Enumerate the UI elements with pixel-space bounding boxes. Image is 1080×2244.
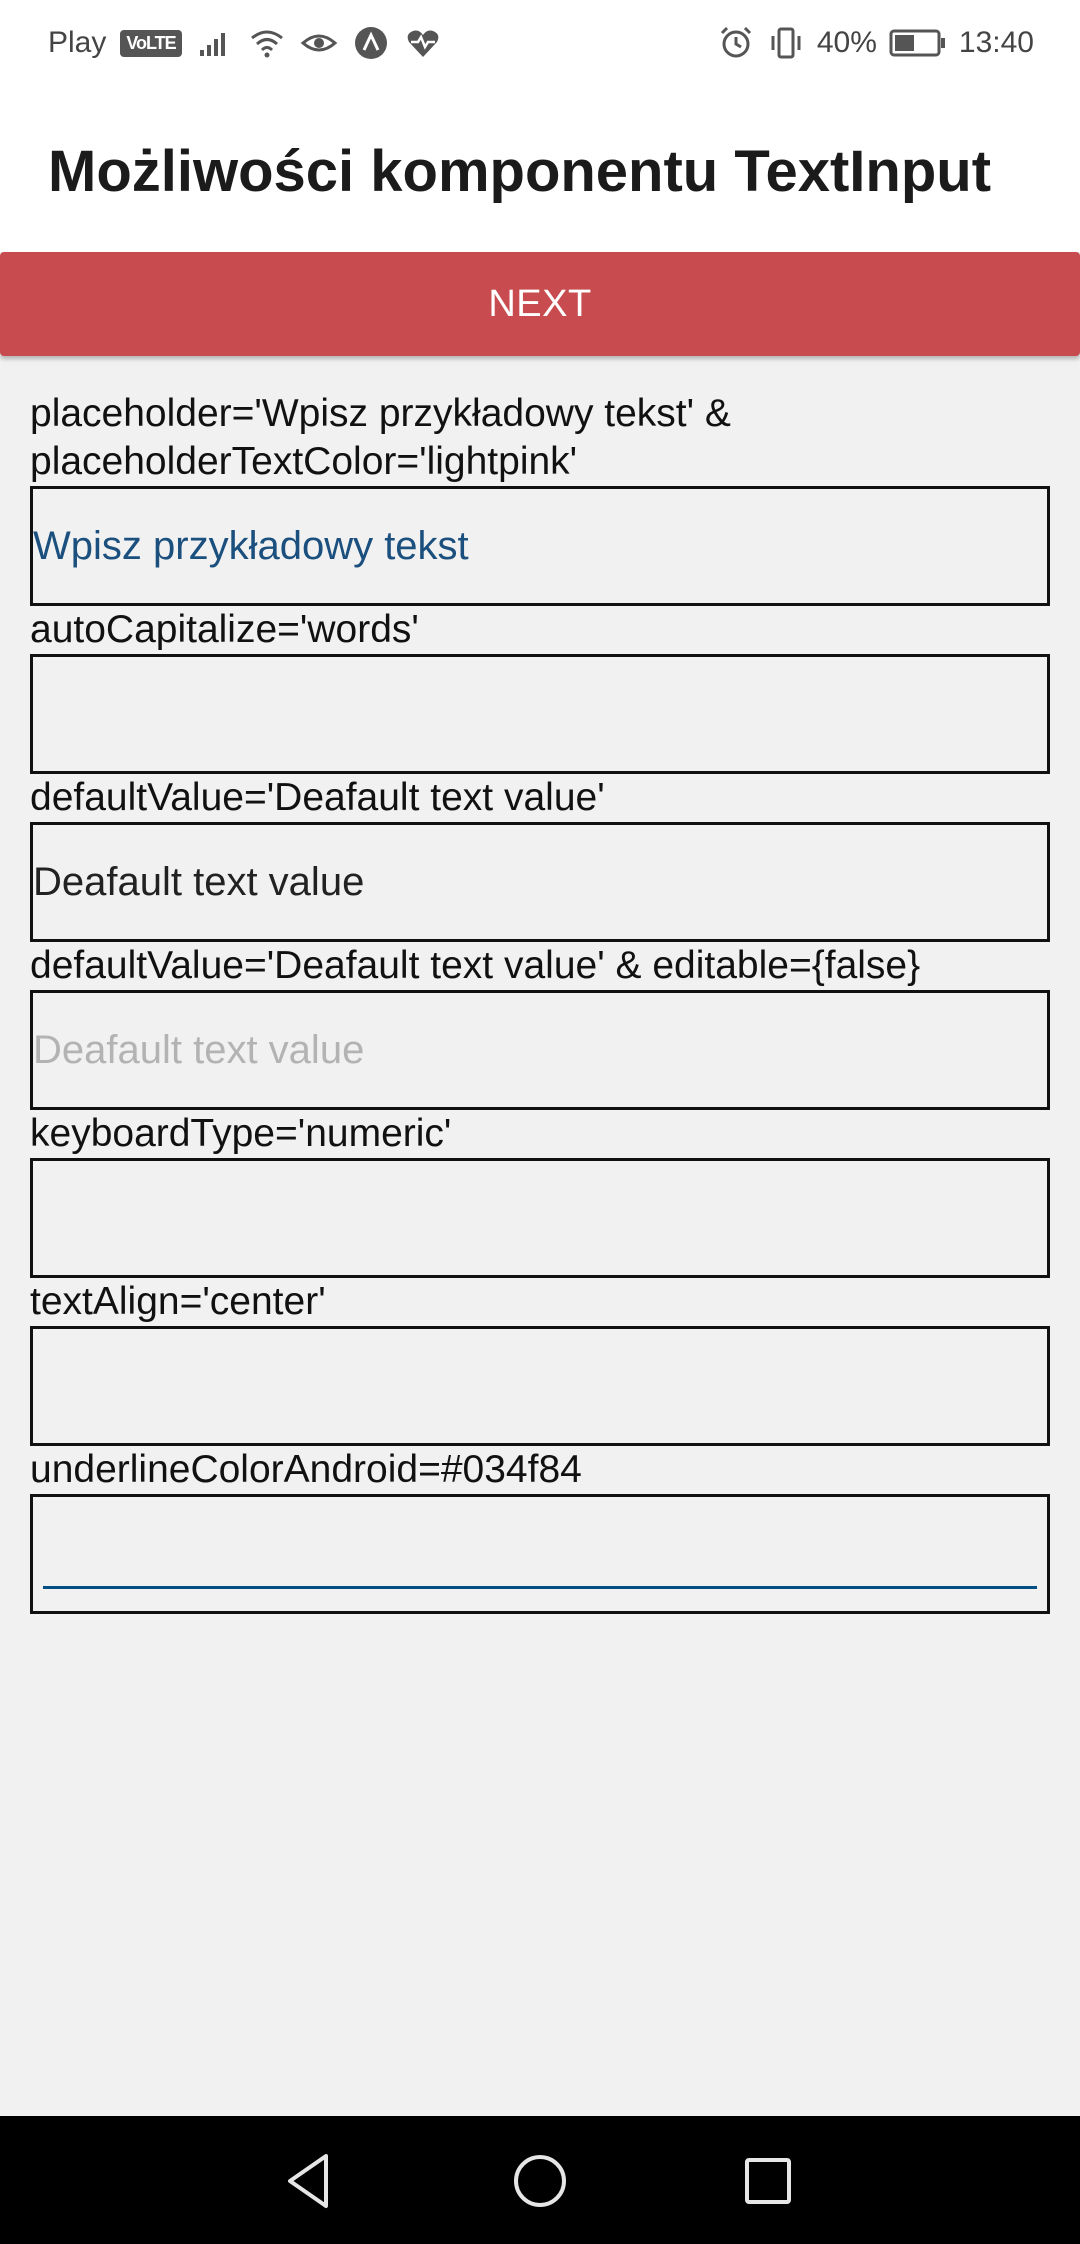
field-label-text-align: textAlign='center' <box>30 1280 326 1323</box>
home-icon[interactable] <box>505 2146 575 2216</box>
center-input-box <box>30 1326 1050 1446</box>
not-editable-input <box>33 993 1047 1107</box>
status-left: Play VoLTE <box>48 24 442 62</box>
clock: 13:40 <box>958 26 1034 59</box>
input-underline <box>43 1586 1037 1589</box>
placeholder-input[interactable] <box>33 489 1047 603</box>
field-label-default-value: defaultValue='Deafault text value' <box>30 776 605 819</box>
app-header: Możliwości komponentu TextInput <box>0 88 1080 252</box>
field-label-autocapitalize: autoCapitalize='words' <box>30 608 419 651</box>
vibrate-icon <box>771 27 801 59</box>
status-bar: Play VoLTE 40% 13:40 <box>0 0 1080 88</box>
field-label-underline: underlineColorAndroid=#034f84 <box>30 1448 582 1491</box>
field-label-placeholder: placeholder='Wpisz przykładowy tekst' & … <box>30 392 731 483</box>
center-input[interactable] <box>33 1329 1047 1443</box>
default-value-input[interactable] <box>33 825 1047 939</box>
signal-icon <box>199 33 225 56</box>
field-label-not-editable: defaultValue='Deafault text value' & edi… <box>30 944 921 987</box>
underline-input[interactable] <box>33 1497 1047 1611</box>
wifi-icon <box>250 30 283 58</box>
autocapitalize-input[interactable] <box>33 657 1047 771</box>
status-right: 40% 13:40 <box>717 24 1034 62</box>
not-editable-input-box <box>30 990 1050 1110</box>
carrier-label: Play <box>48 26 107 59</box>
numeric-input-box <box>30 1158 1050 1278</box>
next-button[interactable]: NEXT <box>0 252 1080 356</box>
app-icon <box>354 27 387 59</box>
battery-percent: 40% <box>816 26 877 59</box>
navigation-bar <box>0 2116 1080 2244</box>
default-value-input-box <box>30 822 1050 942</box>
form-content: placeholder='Wpisz przykładowy tekst' & … <box>30 390 1050 1614</box>
alarm-icon <box>720 26 751 58</box>
volte-badge: VoLTE <box>120 29 182 57</box>
autocapitalize-input-box <box>30 654 1050 774</box>
eye-icon <box>300 34 337 52</box>
page-title: Możliwości komponentu TextInput <box>48 139 992 204</box>
numeric-input[interactable] <box>33 1161 1047 1275</box>
placeholder-input-box <box>30 486 1050 606</box>
underline-input-box <box>30 1494 1050 1614</box>
field-label-numeric: keyboardType='numeric' <box>30 1112 452 1155</box>
heart-rate-icon <box>407 30 439 57</box>
recents-icon[interactable] <box>733 2146 803 2216</box>
battery-icon <box>889 29 945 57</box>
back-icon[interactable] <box>274 2146 344 2216</box>
